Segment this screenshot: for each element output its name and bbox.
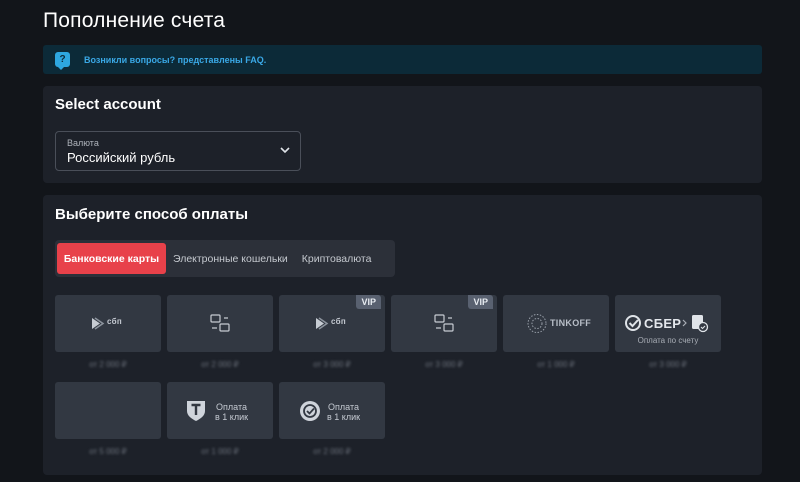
method-transfer[interactable] bbox=[167, 295, 273, 352]
sber-logo-text: СБЕР bbox=[644, 316, 682, 331]
payment-tabs: Банковские карты Электронные кошельки Кр… bbox=[55, 240, 395, 277]
method-amount: от 2 000 ₽ bbox=[201, 360, 239, 369]
method-tinkoff[interactable]: TINKOFF bbox=[503, 295, 609, 352]
method-transfer-vip[interactable]: VIP bbox=[391, 295, 497, 352]
method-amount: от 2 000 ₽ bbox=[89, 360, 127, 369]
method-empty[interactable] bbox=[55, 382, 161, 439]
select-account-title: Select account bbox=[55, 96, 161, 113]
currency-value: Российский рубль bbox=[67, 150, 176, 165]
tinkoff-logo-text: TINKOFF bbox=[550, 318, 592, 328]
sbp-logo-text: сбп bbox=[107, 317, 123, 326]
tab-e-wallets[interactable]: Электронные кошельки bbox=[166, 243, 295, 274]
oneclick-label: Оплата в 1 клик bbox=[215, 402, 249, 422]
transfer-icon bbox=[210, 314, 230, 332]
method-amount: от 3 000 ₽ bbox=[425, 360, 463, 369]
method-sber[interactable]: СБЕР Оплата по счету bbox=[615, 295, 721, 352]
tab-bank-cards[interactable]: Банковские карты bbox=[57, 243, 166, 274]
select-account-card: Select account Валюта Российский рубль bbox=[43, 86, 762, 183]
method-sber-oneclick[interactable]: Оплата в 1 клик bbox=[279, 382, 385, 439]
method-sbp[interactable]: сбп bbox=[55, 295, 161, 352]
chat-question-icon: ? bbox=[55, 52, 70, 70]
currency-select[interactable]: Валюта Российский рубль bbox=[55, 131, 301, 171]
faq-banner[interactable]: ? Возникли вопросы? представлены FAQ. bbox=[43, 45, 762, 74]
method-amount: от 2 000 ₽ bbox=[313, 447, 351, 456]
payment-method-title: Выберите способ оплаты bbox=[55, 206, 249, 223]
method-tinkoff-oneclick[interactable]: Оплата в 1 клик bbox=[167, 382, 273, 439]
page-title: Пополнение счета bbox=[43, 9, 226, 32]
sber-subtitle: Оплата по счету bbox=[637, 336, 699, 345]
deposit-page: Пополнение счета ? Возникли вопросы? пре… bbox=[0, 0, 800, 482]
method-amount: от 3 000 ₽ bbox=[649, 360, 687, 369]
currency-label: Валюта bbox=[67, 138, 99, 148]
vip-badge: VIP bbox=[468, 295, 493, 309]
method-amount: от 1 000 ₽ bbox=[537, 360, 575, 369]
sbp-logo-text: сбп bbox=[331, 317, 347, 326]
method-amount: от 1 000 ₽ bbox=[201, 447, 239, 456]
method-sbp-vip[interactable]: сбп VIP bbox=[279, 295, 385, 352]
faq-link[interactable]: Возникли вопросы? представлены FAQ. bbox=[84, 55, 266, 65]
method-amount: от 3 000 ₽ bbox=[313, 360, 351, 369]
vip-badge: VIP bbox=[356, 295, 381, 309]
chevron-down-icon bbox=[280, 147, 290, 154]
tab-crypto[interactable]: Криптовалюта bbox=[295, 243, 379, 274]
payment-method-card: Выберите способ оплаты Банковские карты … bbox=[43, 195, 762, 475]
method-amount: от 5 000 ₽ bbox=[89, 447, 127, 456]
oneclick-label: Оплата в 1 клик bbox=[327, 402, 361, 422]
